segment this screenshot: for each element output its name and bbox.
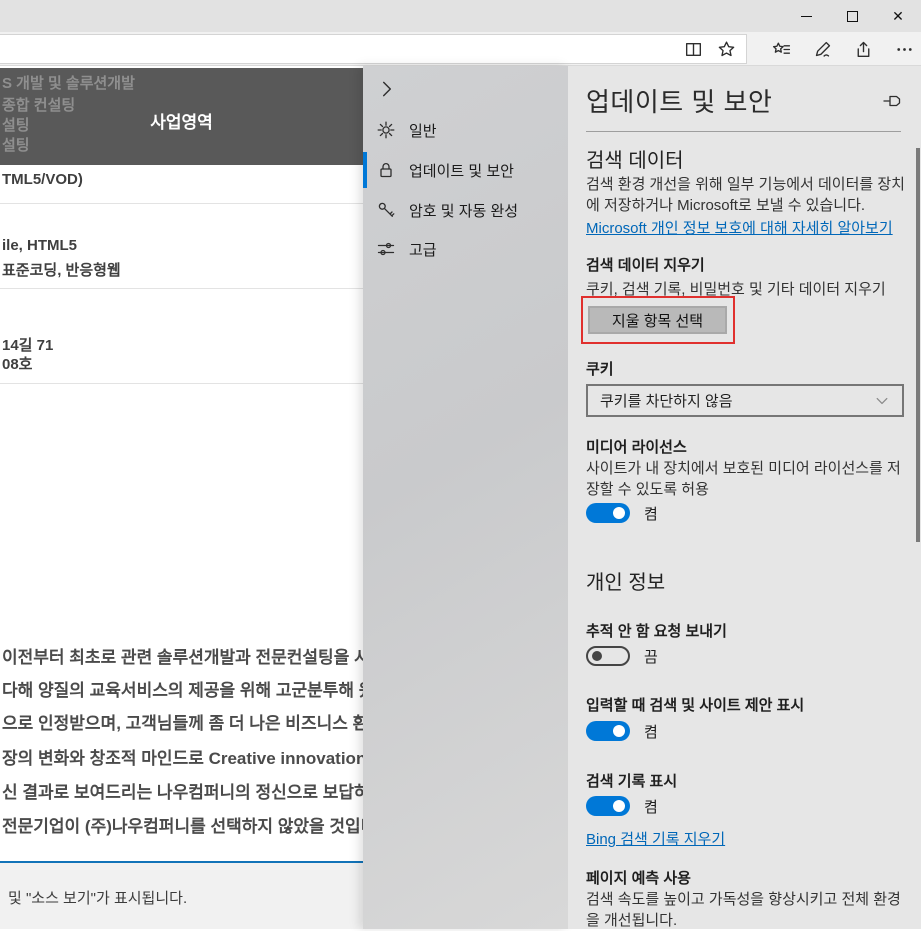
page-prediction-heading: 페이지 예측 사용 [586, 867, 691, 888]
sidebar-item-label: 암호 및 자동 완성 [409, 200, 518, 221]
clear-bing-history-link[interactable]: Bing 검색 기록 지우기 [586, 828, 725, 849]
page-text-fragment: 표준코딩, 반응형웹 [2, 259, 121, 280]
search-history-toggle[interactable]: 켬 [586, 795, 658, 817]
reading-view-icon[interactable] [683, 39, 704, 60]
close-icon: ✕ [892, 9, 904, 23]
chevron-right-icon [376, 78, 398, 100]
page-section-title: 사업영역 [0, 108, 363, 133]
hub-icon[interactable] [771, 39, 792, 60]
page-text-fragment: TML5/VOD) [2, 171, 83, 188]
section-heading-privacy: 개인 정보 [586, 566, 665, 595]
toggle-state-label: 켬 [644, 503, 658, 524]
scrollbar-thumb[interactable] [916, 148, 920, 542]
media-license-toggle[interactable]: 켬 [586, 502, 658, 524]
page-body-line: 신 결과로 보여드리는 나우컴퍼니의 정신으로 보답하겠 [2, 778, 363, 803]
more-icon[interactable] [894, 39, 915, 60]
share-icon[interactable] [853, 39, 874, 60]
page-text-fragment: ile, HTML5 [2, 237, 77, 254]
search-history-heading: 검색 기록 표시 [586, 770, 677, 791]
page-body-line: 다해 양질의 교육서비스의 제공을 위해 고군분투해 왔 [2, 676, 363, 701]
toggle-on-control[interactable] [586, 721, 630, 741]
page-header-band: S 개발 및 솔루션개발 종합 컨설팅 설팅 설팅 사업영역 [0, 68, 363, 165]
page-body-line: 장의 변화와 창조적 마인드로 Creative innovation을 [2, 744, 363, 769]
page-divider [0, 383, 363, 384]
sidebar-item-passwords-autofill[interactable]: 암호 및 자동 완성 [363, 190, 568, 230]
page-body-line: 으로 인정받으며, 고객님들께 좀 더 나은 비즈니스 환경 [2, 709, 363, 734]
toggle-state-label: 켬 [644, 721, 658, 742]
close-button[interactable]: ✕ [875, 0, 921, 32]
toggle-state-label: 끔 [644, 646, 658, 667]
sidebar-item-general[interactable]: 일반 [363, 110, 568, 150]
maximize-button[interactable] [829, 0, 875, 32]
content-area: S 개발 및 솔루션개발 종합 컨설팅 설팅 설팅 사업영역 TML5/VOD)… [0, 66, 921, 929]
sidebar-item-update-security[interactable]: 업데이트 및 보안 [363, 150, 568, 190]
page-header-fragment: 설팅 [2, 134, 30, 155]
search-suggestions-toggle[interactable]: 켬 [586, 720, 658, 742]
toggle-knob [613, 800, 625, 812]
key-icon [376, 200, 396, 220]
page-title: 업데이트 및 보안 [586, 82, 772, 119]
window-controls: ✕ [783, 0, 921, 32]
toggle-knob [613, 507, 625, 519]
background-page: S 개발 및 솔루션개발 종합 컨설팅 설팅 설팅 사업영역 TML5/VOD)… [0, 66, 363, 929]
section-heading-browsing-data: 검색 데이터 [586, 144, 684, 173]
browser-toolbar [0, 32, 921, 66]
toggle-on-control[interactable] [586, 796, 630, 816]
toolbar-icons [771, 32, 915, 66]
do-not-track-toggle[interactable]: 끔 [586, 645, 658, 667]
toggle-state-label: 켬 [644, 796, 658, 817]
lock-icon [376, 160, 396, 180]
maximize-icon [847, 11, 858, 22]
sidebar-item-label: 일반 [409, 120, 437, 141]
browsing-data-description: 검색 환경 개선을 위해 일부 기능에서 데이터를 장치에 저장하거나 Micr… [586, 174, 908, 216]
clear-browsing-data-heading: 검색 데이터 지우기 [586, 254, 705, 275]
page-body-line: 전문기업이 (주)나우컴퍼니를 선택하지 않았을 것입니 [2, 812, 363, 837]
toggle-on-control[interactable] [586, 503, 630, 523]
gear-icon [376, 120, 396, 140]
toggle-knob [592, 651, 602, 661]
cookies-dropdown-value: 쿠키를 차단하지 않음 [600, 390, 874, 411]
do-not-track-heading: 추적 안 함 요청 보내기 [586, 620, 727, 641]
settings-menu: 일반 업데이트 및 보안 암호 및 자동 완성 고급 [363, 66, 568, 929]
title-divider [586, 131, 901, 132]
choose-what-to-clear-button[interactable]: 지울 항목 선택 [588, 306, 727, 334]
toggle-knob [613, 725, 625, 737]
minimize-button[interactable] [783, 0, 829, 32]
page-body-line: 이전부터 최초로 관련 솔루션개발과 전문컨설팅을 시작 [2, 643, 363, 668]
media-license-description: 사이트가 내 장치에서 보호된 미디어 라이선스를 저장할 수 있도록 허용 [586, 458, 908, 500]
pin-icon[interactable] [883, 94, 901, 108]
settings-panel: 업데이트 및 보안 검색 데이터 검색 환경 개선을 위해 일부 기능에서 데이… [568, 66, 921, 929]
media-license-heading: 미디어 라이선스 [586, 436, 687, 457]
page-prediction-description: 검색 속도를 높이고 가독성을 향상시키고 전체 환경을 개선됩니다. [586, 889, 908, 931]
page-text-fragment: 08호 [2, 353, 33, 374]
cookies-dropdown[interactable]: 쿠키를 차단하지 않음 [586, 384, 904, 417]
collapse-flyout-button[interactable] [376, 78, 398, 100]
favorite-star-icon[interactable] [716, 39, 737, 60]
search-suggestions-heading: 입력할 때 검색 및 사이트 제안 표시 [586, 694, 804, 715]
status-tooltip-text: 및 "소스 보기"가 표시됩니다. [8, 887, 187, 908]
page-text-fragment: 14길 71 [2, 334, 53, 355]
ink-icon[interactable] [812, 39, 833, 60]
sidebar-item-advanced[interactable]: 고급 [363, 229, 568, 269]
status-tooltip: 및 "소스 보기"가 표시됩니다. [0, 863, 363, 929]
cookies-heading: 쿠키 [586, 358, 614, 379]
page-divider [0, 203, 363, 204]
page-divider [0, 288, 363, 289]
privacy-learn-more-link[interactable]: Microsoft 개인 정보 보호에 대해 자세히 알아보기 [586, 217, 893, 238]
sidebar-item-label: 업데이트 및 보안 [409, 160, 514, 181]
page-header-fragment: S 개발 및 솔루션개발 [2, 72, 135, 93]
chevron-down-icon [874, 393, 890, 409]
titlebar: ✕ [0, 0, 921, 32]
sliders-icon [376, 239, 396, 259]
minimize-icon [801, 16, 812, 17]
toggle-off-control[interactable] [586, 646, 630, 666]
sidebar-item-label: 고급 [409, 239, 437, 260]
address-bar[interactable] [0, 34, 747, 64]
